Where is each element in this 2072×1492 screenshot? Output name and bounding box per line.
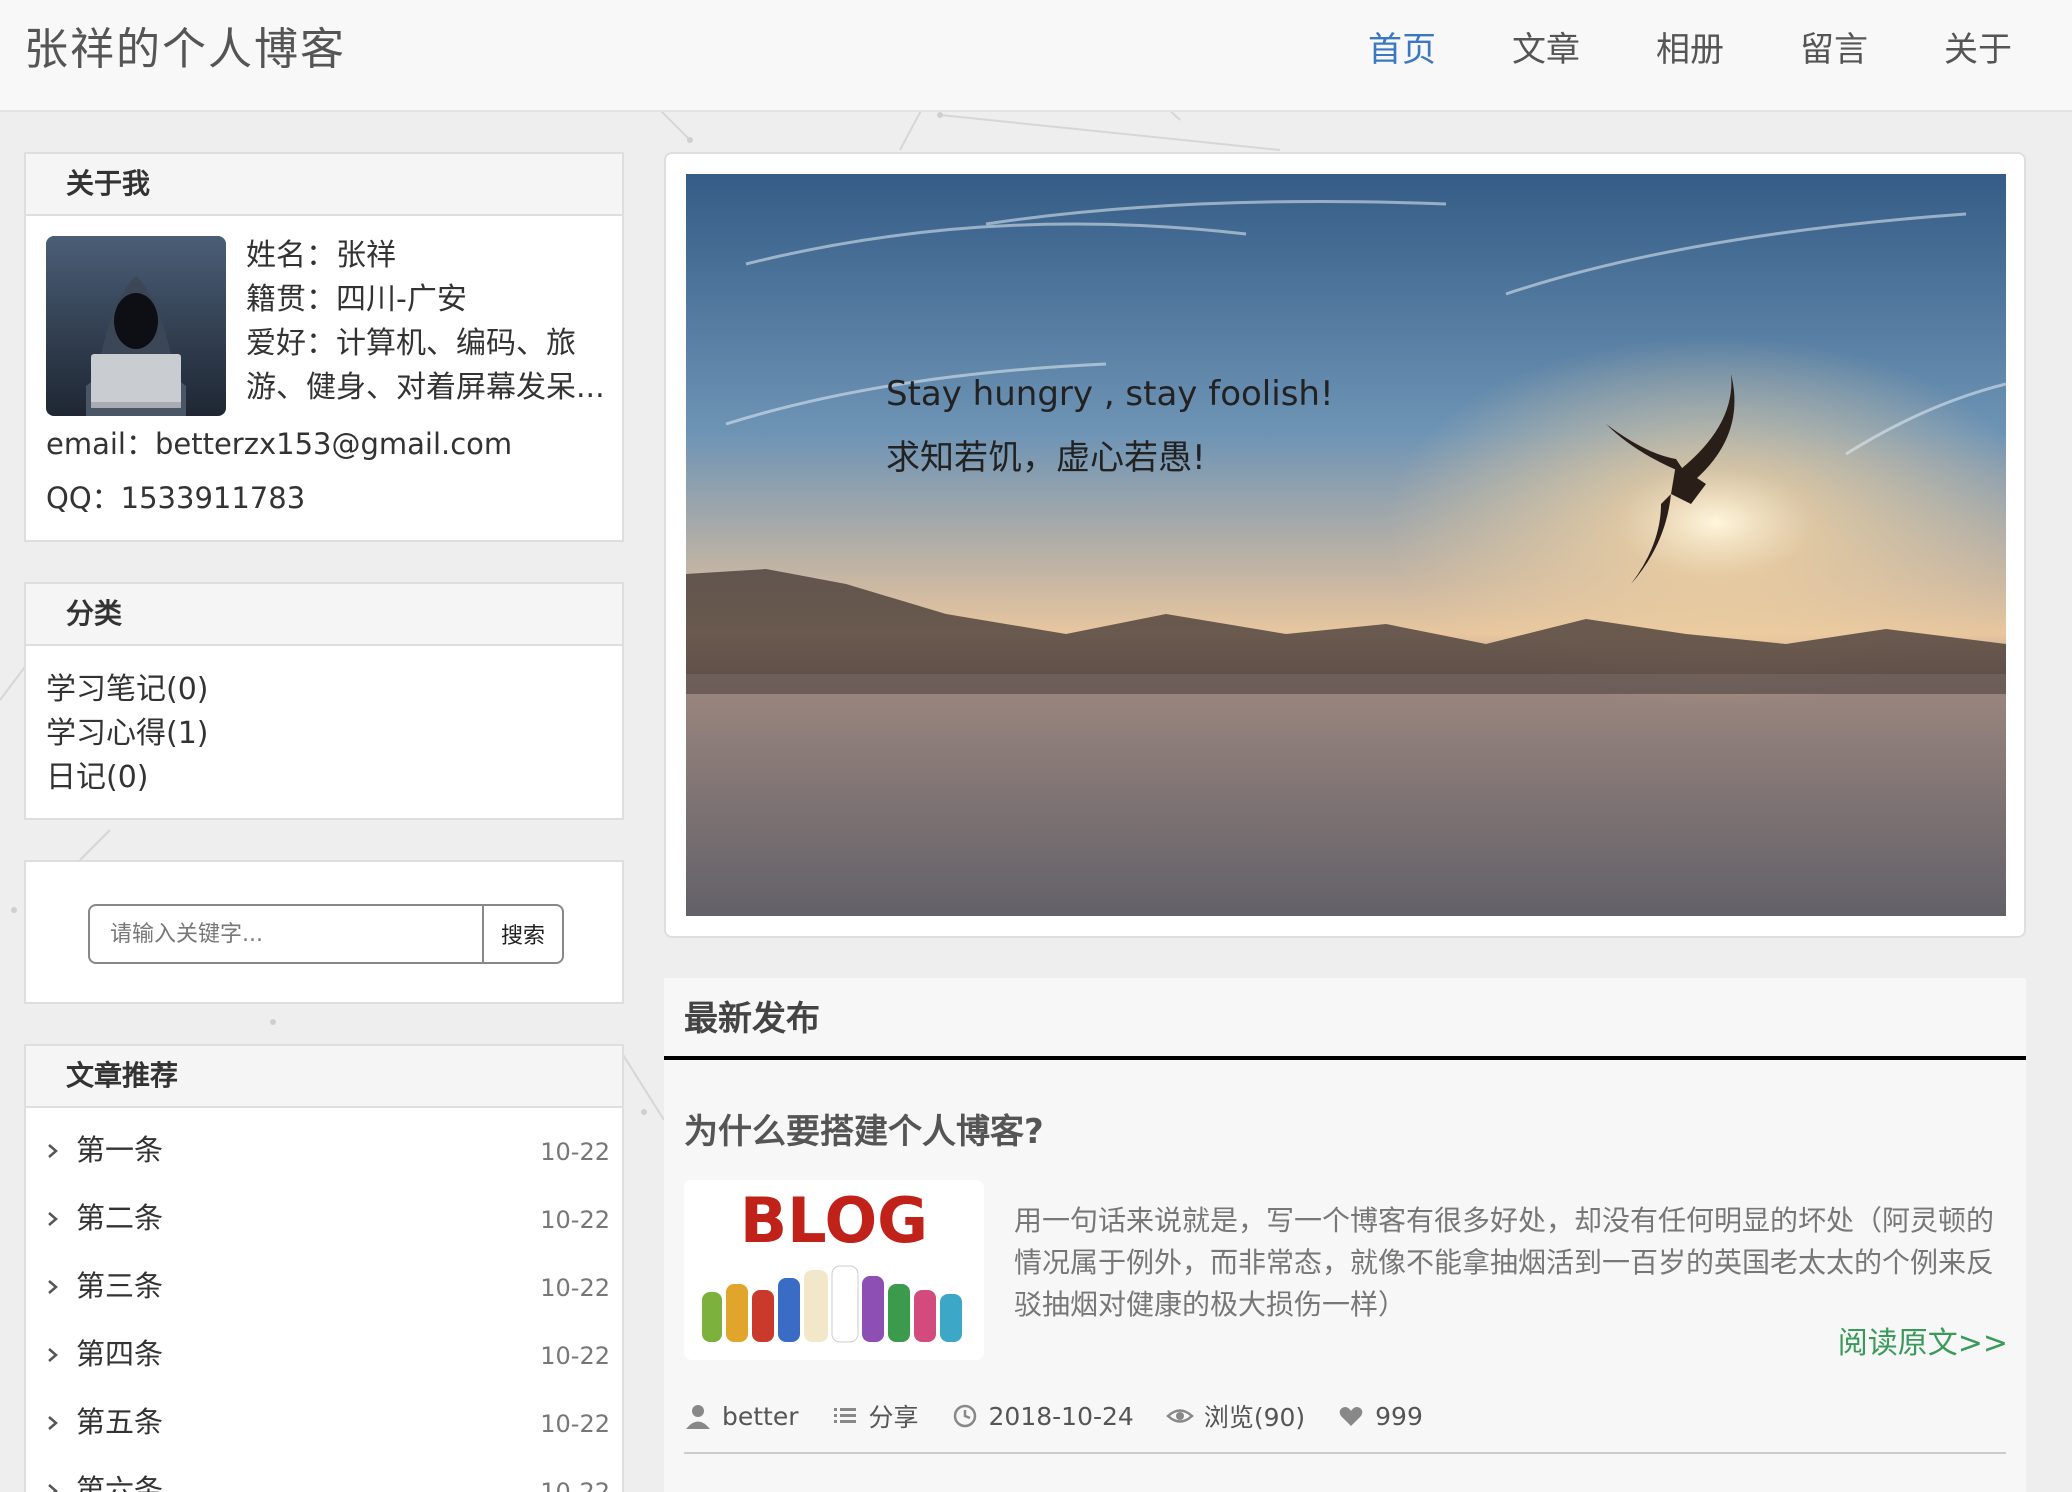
meta-author[interactable]: better <box>684 1402 799 1431</box>
recommend-date: 10-22 <box>540 1274 610 1302</box>
recommend-date: 10-22 <box>540 1342 610 1370</box>
recommend-title: 第四条 <box>76 1337 164 1371</box>
recommend-title: 第三条 <box>76 1269 164 1303</box>
recommend-item[interactable]: 第一条 10-22 <box>26 1116 622 1184</box>
profile-qq: QQ：1533911783 <box>46 481 306 515</box>
recommend-item[interactable]: 第六条 10-22 <box>26 1456 622 1492</box>
search-form: 搜索 <box>88 904 564 964</box>
site-brand[interactable]: 张祥的个人博客 <box>24 20 346 80</box>
post-divider <box>684 1452 2006 1454</box>
profile-name: 姓名：张祥 <box>246 238 396 273</box>
meta-date: 2018-10-24 <box>951 1402 1134 1431</box>
chevron-right-icon <box>48 1212 58 1226</box>
hacker-avatar-icon <box>86 276 186 416</box>
recommend-date: 10-22 <box>540 1206 610 1234</box>
meta-author-text: better <box>722 1401 799 1431</box>
nav-album[interactable]: 相册 <box>1618 20 1762 80</box>
hero-banner: Stay hungry , stay foolish! 求知若饥，虚心若愚! <box>686 174 2006 916</box>
clock-icon <box>953 1404 976 1428</box>
post-thumbnail[interactable]: BLOG <box>684 1180 984 1360</box>
post-summary: 用一句话来说就是，写一个博客有很多好处，却没有任何明显的坏处（阿灵顿的情况属于例… <box>1014 1204 1995 1321</box>
user-icon <box>686 1405 710 1429</box>
nav-home[interactable]: 首页 <box>1330 20 1474 80</box>
recommend-title: 第二条 <box>76 1201 164 1235</box>
profile-info: 姓名：张祥 籍贯：四川-广安 爱好：计算机、编码、旅 游、健身、对着屏幕发呆..… <box>246 234 626 410</box>
read-more-link[interactable]: 阅读原文>> <box>1838 1318 2008 1362</box>
search-panel: 搜索 <box>24 860 624 1004</box>
about-body: 姓名：张祥 籍贯：四川-广安 爱好：计算机、编码、旅 游、健身、对着屏幕发呆..… <box>26 216 622 546</box>
category-item[interactable]: 学习笔记(0) <box>46 668 602 712</box>
recommend-date: 10-22 <box>540 1138 610 1166</box>
latest-title: 最新发布 <box>664 978 2026 1060</box>
nav-articles[interactable]: 文章 <box>1474 20 1618 80</box>
recommend-list: 第一条 10-22 第二条 10-22 第三条 10-22 第四条 10-22 … <box>26 1108 622 1492</box>
recommend-panel-title: 文章推荐 <box>26 1046 622 1108</box>
recommend-item[interactable]: 第五条 10-22 <box>26 1388 622 1456</box>
category-panel-title: 分类 <box>26 584 622 646</box>
category-panel: 分类 学习笔记(0) 学习心得(1) 日记(0) <box>24 582 624 820</box>
banner-quote-en: Stay hungry , stay foolish! <box>886 374 1334 414</box>
profile-email: email：betterzx153@gmail.com <box>46 427 513 461</box>
chevron-right-icon <box>48 1416 58 1430</box>
chevron-right-icon <box>48 1280 58 1294</box>
meta-likes-text: 999 <box>1375 1401 1423 1431</box>
meta-views: 浏览(90) <box>1165 1398 1306 1434</box>
blog-people-image: BLOG <box>702 1184 962 1343</box>
recommend-title: 第五条 <box>76 1405 164 1439</box>
meta-date-text: 2018-10-24 <box>988 1401 1134 1431</box>
recommend-title: 第一条 <box>76 1133 164 1167</box>
profile-hometown: 籍贯：四川-广安 <box>246 282 467 317</box>
latest-posts: 最新发布 为什么要搭建个人博客? BLOG 用一句话来说就是，写一个博客有很多好… <box>664 978 2026 1492</box>
heart-icon <box>1339 1407 1363 1426</box>
list-icon <box>833 1408 856 1423</box>
recommend-date: 10-22 <box>540 1478 610 1492</box>
post-title[interactable]: 为什么要搭建个人博客? <box>684 1104 1044 1153</box>
recommend-item[interactable]: 第三条 10-22 <box>26 1252 622 1320</box>
top-navbar: 张祥的个人博客 首页 文章 相册 留言 关于 <box>0 0 2072 112</box>
category-item[interactable]: 日记(0) <box>46 756 602 800</box>
chevron-right-icon <box>48 1144 58 1158</box>
search-button[interactable]: 搜索 <box>484 904 564 964</box>
meta-category[interactable]: 分享 <box>831 1398 919 1434</box>
eye-icon <box>1165 1409 1194 1423</box>
about-panel: 关于我 姓名：张祥 籍贯：四川-广安 爱好：计算机、编码、旅 游、健身、对着屏幕… <box>24 152 624 542</box>
recommend-title: 第六条 <box>76 1473 164 1492</box>
post-meta: better 分享 2018-10-24 浏览(90) 999 <box>684 1396 1455 1436</box>
meta-category-text: 分享 <box>868 1403 919 1432</box>
nav-about[interactable]: 关于 <box>1906 20 2050 80</box>
recommend-panel: 文章推荐 第一条 10-22 第二条 10-22 第三条 10-22 第四条 1… <box>24 1044 624 1492</box>
banner-panel: Stay hungry , stay foolish! 求知若饥，虚心若愚! <box>664 152 2026 938</box>
about-panel-title: 关于我 <box>26 154 622 216</box>
recommend-item[interactable]: 第二条 10-22 <box>26 1184 622 1252</box>
sky-landscape-image <box>686 174 2006 916</box>
category-list: 学习笔记(0) 学习心得(1) 日记(0) <box>26 646 622 822</box>
nav-guestbook[interactable]: 留言 <box>1762 20 1906 80</box>
profile-hobbies: 爱好：计算机、编码、旅 <box>246 326 576 361</box>
chevron-right-icon <box>48 1348 58 1362</box>
thumb-blog-text: BLOG <box>740 1184 928 1257</box>
category-item[interactable]: 学习心得(1) <box>46 712 602 756</box>
profile-hobbies-cont: 游、健身、对着屏幕发呆... <box>246 370 605 405</box>
avatar <box>46 236 226 416</box>
recommend-date: 10-22 <box>540 1410 610 1438</box>
banner-quote-cn: 求知若饥，虚心若愚! <box>886 438 1206 478</box>
main-nav: 首页 文章 相册 留言 关于 <box>1330 20 2050 80</box>
chevron-right-icon <box>48 1484 58 1492</box>
meta-likes[interactable]: 999 <box>1337 1402 1423 1431</box>
recommend-item[interactable]: 第四条 10-22 <box>26 1320 622 1388</box>
search-input[interactable] <box>88 904 484 964</box>
meta-views-text: 浏览(90) <box>1203 1403 1306 1432</box>
